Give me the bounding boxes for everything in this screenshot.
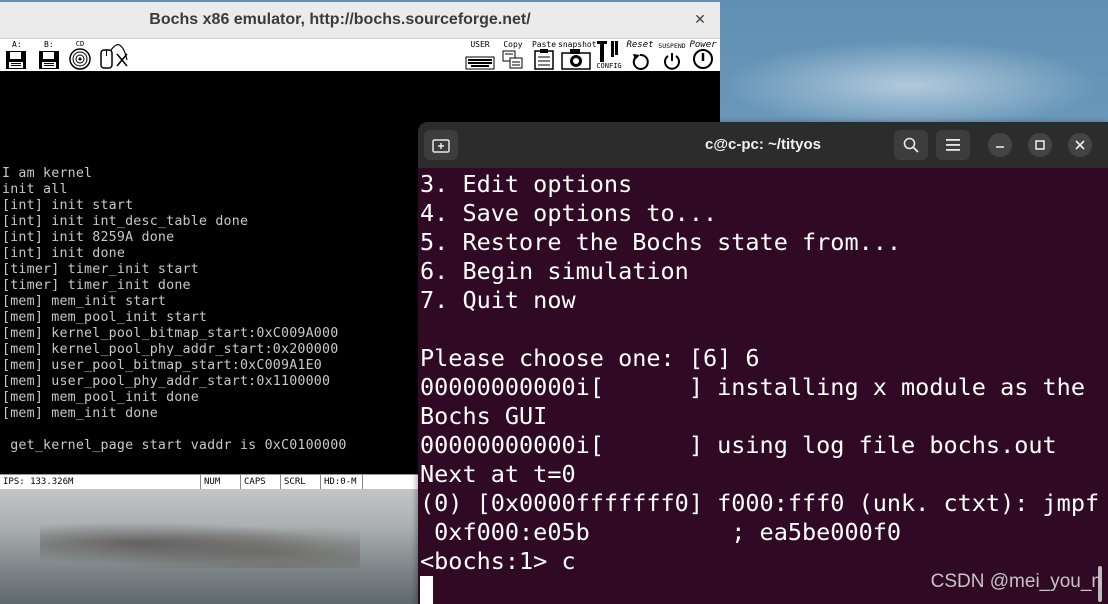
scroll-lock-indicator: SCRL [284, 477, 306, 487]
close-icon[interactable]: ✕ [690, 10, 710, 30]
config-button[interactable]: CONFIG [594, 40, 624, 70]
screen-line: [timer] timer_init done [2, 278, 191, 293]
screen-line: [mem] kernel_pool_bitmap_start:0xC009A00… [2, 326, 339, 341]
screen-line: [mem] user_pool_bitmap_start:0xC009A1E0 [2, 358, 323, 373]
floppy-b-button[interactable]: B: [36, 40, 62, 70]
bochs-window-title: Bochs x86 emulator, http://bochs.sourcef… [149, 11, 531, 28]
terminal-line: Next at t=0 [420, 460, 576, 488]
ips-indicator: IPS: 133.326M [3, 477, 74, 487]
terminal-line: 7. Quit now [420, 286, 576, 314]
reset-icon [632, 53, 649, 70]
screen-line: [timer] timer_init start [2, 262, 199, 277]
terminal-line: 00000000000i[ ] installing x module as t… [420, 373, 1085, 401]
status-divider [320, 475, 321, 489]
wallpaper-water [0, 488, 420, 604]
terminal-line: 6. Begin simulation [420, 257, 689, 285]
caps-lock-indicator: CAPS [244, 477, 266, 487]
search-icon [903, 137, 919, 153]
config-label: CONFIG [596, 62, 622, 70]
bochs-titlebar[interactable]: Bochs x86 emulator, http://bochs.sourcef… [0, 2, 720, 39]
power-icon [693, 49, 713, 69]
power-button[interactable]: Power [686, 40, 720, 70]
copy-button[interactable]: Copy [500, 40, 526, 70]
camera-icon [561, 49, 591, 70]
status-divider [280, 475, 281, 489]
screen-line: [mem] mem_init done [2, 406, 158, 421]
screen-line: [mem] user_pool_phy_addr_start:0x1100000 [2, 374, 331, 389]
screen-line: init all [2, 182, 68, 197]
screen-line: [int] init 8259A done [2, 230, 175, 245]
floppy-icon [6, 51, 26, 69]
terminal-line: 0xf000:e05b ; ea5be000f0 [420, 518, 902, 546]
suspend-label: SUSPEND [658, 42, 686, 50]
screen-line: [int] init start [2, 198, 134, 213]
user-button[interactable]: USER [464, 40, 496, 70]
search-button[interactable] [894, 130, 928, 160]
keyboard-icon [465, 56, 495, 70]
floppy-a-label: A: [12, 40, 22, 49]
paste-button[interactable]: Paste [530, 40, 558, 70]
close-button[interactable] [1068, 133, 1092, 157]
terminal-line: 5. Restore the Bochs state from... [420, 228, 902, 256]
minimize-icon [996, 146, 1004, 148]
screen-line: [mem] kernel_pool_phy_addr_start:0x20000… [2, 342, 339, 357]
copy-icon [502, 50, 523, 69]
suspend-button[interactable]: SUSPEND [656, 40, 688, 70]
reset-label: Reset [626, 40, 654, 50]
copy-label: Copy [503, 40, 523, 49]
terminal-line: 4. Save options to... [420, 199, 718, 227]
config-icon [597, 41, 618, 62]
minimize-button[interactable] [988, 133, 1012, 157]
screen-line: [mem] mem_init start [2, 294, 167, 309]
cdrom-button[interactable]: CD [66, 40, 94, 70]
terminal-line: (0) [0x0000fffffff0] f000:fff0 (unk. ctx… [420, 489, 1100, 517]
terminal-line: Bochs GUI [420, 402, 548, 430]
terminal-titlebar[interactable]: c@c-pc: ~/tityos [418, 122, 1108, 168]
hamburger-menu-icon [946, 139, 960, 151]
terminal-prompt-line: <bochs:1> c [420, 547, 576, 575]
terminal-line: 3. Edit options [420, 170, 633, 198]
status-divider [362, 475, 363, 489]
cdrom-label: CD [75, 40, 85, 48]
reset-button[interactable]: Reset [624, 40, 656, 70]
terminal-window: c@c-pc: ~/tityos 3. Edit options 4. Save… [418, 122, 1108, 604]
terminal-line: 00000000000i[ ] using log file bochs.out [420, 431, 1057, 459]
mouse-icon [100, 44, 128, 69]
menu-button[interactable] [936, 130, 970, 160]
screen-line: [mem] mem_pool_init start [2, 310, 208, 325]
terminal-output[interactable]: 3. Edit options 4. Save options to... 5.… [418, 168, 1108, 604]
maximize-icon [1035, 140, 1045, 150]
user-label: USER [470, 40, 490, 49]
floppy-icon [39, 51, 59, 69]
maximize-button[interactable] [1028, 133, 1052, 157]
status-divider [240, 475, 241, 489]
wallpaper-cloud [720, 40, 1100, 130]
screen-line: get_kernel_page start vaddr is 0xC010000… [2, 438, 347, 453]
text-cursor [420, 576, 433, 604]
snapshot-button[interactable]: snapshot [558, 40, 597, 70]
terminal-line: Please choose one: [6] 6 [420, 344, 760, 372]
screen-line: I am kernel [2, 166, 93, 181]
floppy-a-button[interactable]: A: [4, 40, 28, 70]
mouse-capture-button[interactable] [96, 40, 130, 70]
num-lock-indicator: NUM [204, 477, 221, 487]
suspend-icon [664, 53, 680, 70]
status-divider [200, 475, 201, 489]
hd-indicator: HD:0-M [324, 477, 357, 487]
screen-line: [int] init int_desc_table done [2, 214, 249, 229]
screen-line: [mem] mem_pool_init done [2, 390, 199, 405]
screen-line: [int] init done [2, 246, 126, 261]
bochs-toolbar: A: B: CD USER Copy Paste snapshot CONFIG… [0, 39, 720, 71]
cdrom-icon [69, 48, 91, 70]
csdn-watermark: CSDN @mei_you_n [930, 571, 1102, 592]
close-icon [1075, 140, 1085, 150]
paste-icon [534, 49, 554, 70]
